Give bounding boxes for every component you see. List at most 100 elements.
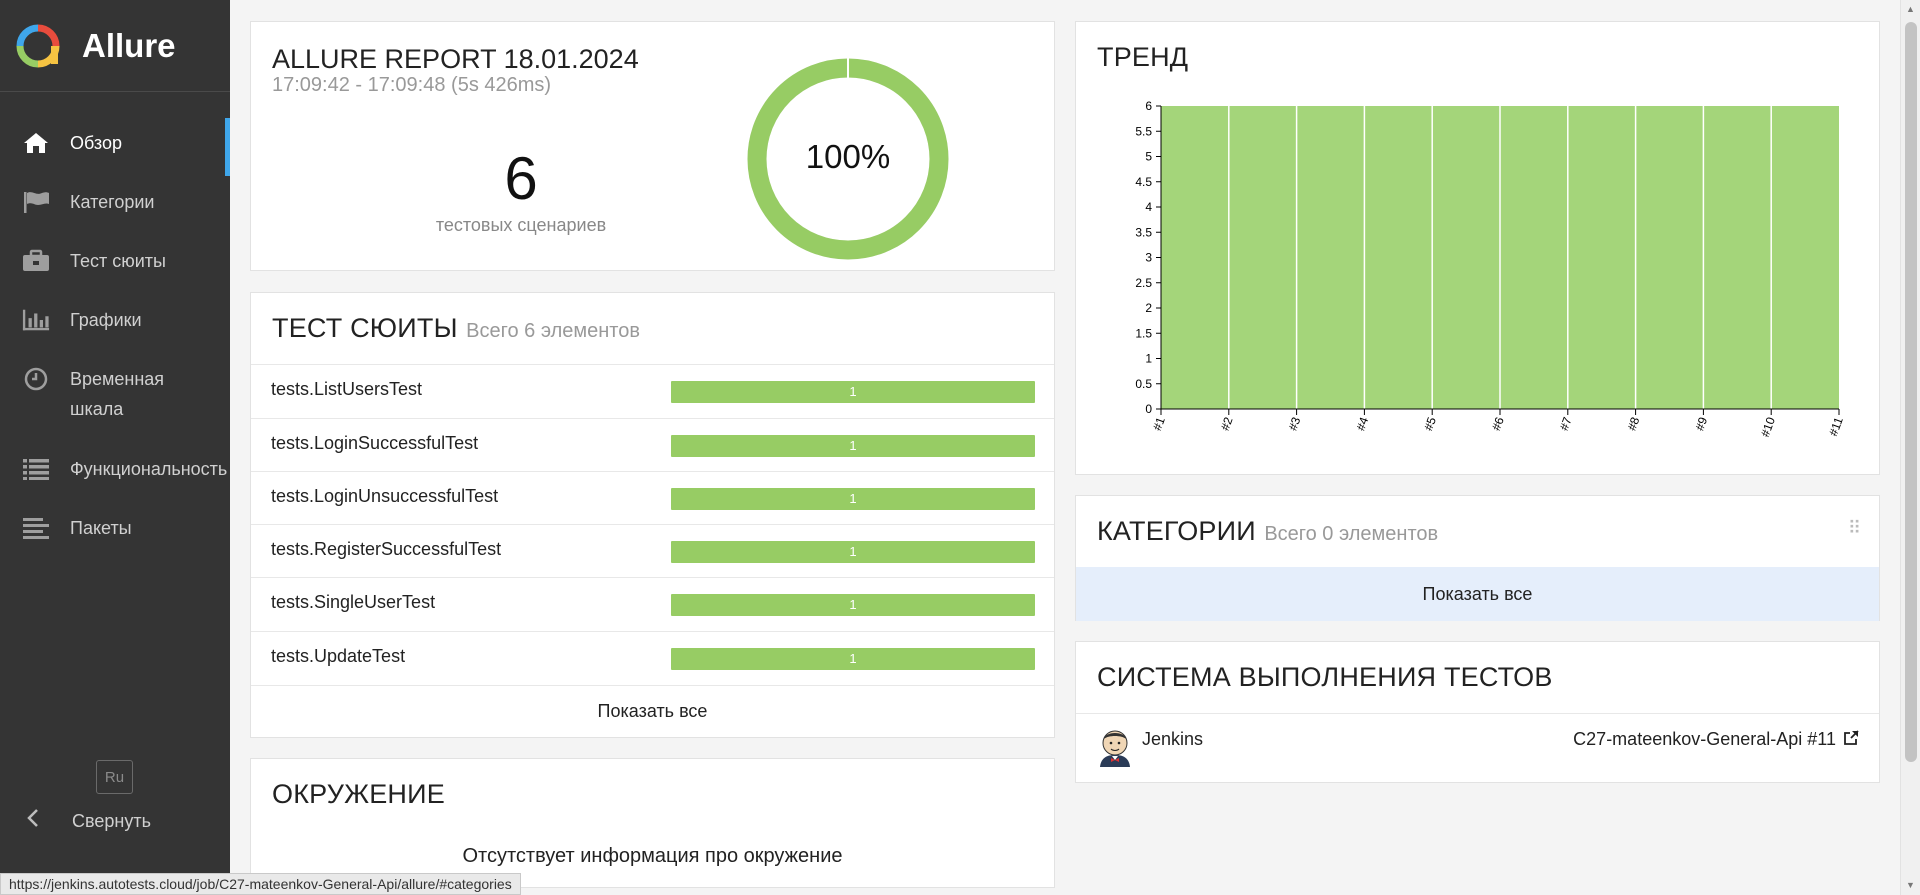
suite-name: tests.LoginSuccessfulTest [271,433,479,453]
trend-y-tick-label: 0.5 [1135,377,1152,391]
suite-bar: 1 [671,435,1035,457]
trend-x-tick-label: #9 [1692,415,1710,433]
sidebar-nav: Обзор Категории Тест сюиты Графики Време… [0,112,230,556]
suite-name: tests.LoginUnsuccessfulTest [271,486,499,506]
sidebar-item-graphs[interactable]: Графики [0,289,230,348]
trend-y-tick-label: 1.5 [1135,326,1152,340]
trend-y-tick-label: 4.5 [1135,175,1152,189]
suite-row[interactable]: tests.SingleUserTest 1 [251,577,1054,631]
trend-area-segment [1364,106,1433,409]
trend-x-tick-label: #8 [1625,415,1643,433]
environment-empty-message: Отсутствует информация про окружение [462,845,843,867]
trend-y-tick-label: 3.5 [1135,225,1152,239]
trend-area-segment [1703,106,1772,409]
executors-title: СИСТЕМА ВЫПОЛНЕНИЯ ТЕСТОВ [1097,662,1553,692]
suites-show-all-link[interactable]: Показать все [251,701,1054,722]
test-count-caption: тестовых сценариев [435,215,607,235]
trend-area-segment [1635,106,1704,409]
trend-y-tick-label: 4 [1145,200,1152,214]
suites-subtitle: Всего 6 элементов [466,320,640,342]
collapse-label: Свернуть [72,810,151,831]
trend-area-segment [1161,106,1229,409]
trend-x-tick-label: #7 [1557,415,1575,433]
suite-row[interactable]: tests.ListUsersTest 1 [251,364,1054,418]
suite-name: tests.ListUsersTest [271,379,423,399]
suite-name: tests.RegisterSuccessfulTest [271,539,502,559]
suites-show-all-row: Показать все [251,685,1054,737]
suites-widget: ТЕСТ СЮИТЫ Всего 6 элементов tests.ListU… [250,292,1055,738]
scroll-down-icon[interactable]: ▼ [1906,880,1915,890]
trend-y-tick-label: 2.5 [1135,276,1152,290]
suite-bar: 1 [671,648,1035,670]
suite-bar: 1 [671,488,1035,510]
suite-name: tests.UpdateTest [271,646,406,666]
scrollbar-thumb[interactable] [1905,22,1917,762]
brand-name: Allure [82,26,176,64]
trend-area-segment [1296,106,1365,409]
sidebar-item-suites[interactable]: Тест сюиты [0,230,230,289]
language-switch[interactable]: Ru [96,760,133,794]
drag-handle-icon[interactable]: ⠿ [1848,518,1861,539]
executor-row: Jenkins C27-mateenkov-General-Api #11 [1076,713,1879,783]
trend-x-tick-label: #6 [1489,415,1507,433]
summary-widget: ALLURE REPORT 18.01.2024 17:09:42 - 17:0… [250,21,1055,271]
trend-x-tick-label: #3 [1286,415,1304,433]
categories-title: КАТЕГОРИИ [1097,516,1256,546]
trend-x-tick-label: #1 [1150,415,1168,433]
allure-logo-icon [16,24,60,67]
trend-y-tick-label: 1 [1145,352,1152,366]
suite-row[interactable]: tests.LoginSuccessfulTest 1 [251,418,1054,472]
brand[interactable]: Allure [0,0,230,92]
scroll-up-icon[interactable]: ▲ [1906,4,1915,14]
test-count: 6 [504,145,538,212]
trend-area-segment [1432,106,1500,409]
flag-icon [22,188,50,216]
list-icon [22,455,50,483]
categories-widget: КАТЕГОРИИ Всего 0 элементов ⠿ Показать в… [1075,495,1880,621]
chevron-left-icon [26,808,46,834]
align-left-icon [22,514,50,542]
trend-x-tick-label: #4 [1353,415,1371,433]
sidebar-item-label: Временная шкала [70,369,165,419]
sidebar-item-timeline[interactable]: Временная шкала [0,348,230,438]
sidebar-item-behaviors[interactable]: Функциональность [0,438,230,497]
trend-y-tick-label: 2 [1145,301,1152,315]
suite-row[interactable]: tests.UpdateTest 1 [251,631,1054,685]
sidebar-item-packages[interactable]: Пакеты [0,497,230,556]
sidebar-item-label: Тест сюиты [70,251,166,271]
suite-bar: 1 [671,381,1035,403]
trend-x-tick-label: #11 [1826,415,1846,438]
report-time: 17:09:42 - 17:09:48 (5s 426ms) [272,74,552,96]
trend-area-segment [1771,106,1839,409]
trend-x-tick-label: #10 [1758,415,1778,439]
page-scrollbar[interactable]: ▲ ▼ [1900,0,1920,895]
sidebar-item-label: Категории [70,192,155,212]
pass-rate-donut[interactable]: 100% [743,54,953,264]
executor-build-link[interactable]: C27-mateenkov-General-Api #11 [1573,729,1859,750]
categories-subtitle: Всего 0 элементов [1264,523,1439,545]
collapse-button[interactable]: Свернуть [26,808,151,834]
suites-title: ТЕСТ СЮИТЫ [272,313,458,343]
trend-y-tick-label: 5 [1145,150,1152,164]
trend-area-segment [1228,106,1297,409]
sidebar-item-label: Обзор [70,133,122,153]
suite-bar: 1 [671,594,1035,616]
trend-widget: ТРЕНД 0 0.5 1 1.5 2 2.5 3 3.5 4 4.5 5 5.5 6 #1 #2 #3 #4 #… [1075,21,1880,475]
environment-widget: ОКРУЖЕНИЕ Отсутствует информация про окр… [250,758,1055,888]
suite-row[interactable]: tests.RegisterSuccessfulTest 1 [251,524,1054,578]
trend-y-tick-label: 5.5 [1135,124,1152,138]
trend-y-tick-label: 6 [1145,99,1152,113]
report-title: ALLURE REPORT 18.01.2024 [272,44,639,74]
jenkins-avatar-icon [1100,730,1130,767]
home-icon [22,129,50,157]
trend-x-tick-label: #2 [1218,415,1236,433]
executors-widget: СИСТЕМА ВЫПОЛНЕНИЯ ТЕСТОВ Jenkins C27-ma… [1075,641,1880,783]
trend-area-segment [1500,106,1568,409]
categories-show-all-button[interactable]: Показать все [1076,567,1879,621]
suite-row[interactable]: tests.LoginUnsuccessfulTest 1 [251,471,1054,525]
sidebar: Allure Обзор Категории Тест сюиты График… [0,0,230,895]
sidebar-item-categories[interactable]: Категории [0,171,230,230]
sidebar-item-label: Функциональность [70,459,228,479]
sidebar-item-overview[interactable]: Обзор [0,112,230,176]
trend-chart[interactable]: 0 0.5 1 1.5 2 2.5 3 3.5 4 4.5 5 5.5 6 #1 #2 #3 #4 #5 #6 #7 #… [1076,22,1879,474]
